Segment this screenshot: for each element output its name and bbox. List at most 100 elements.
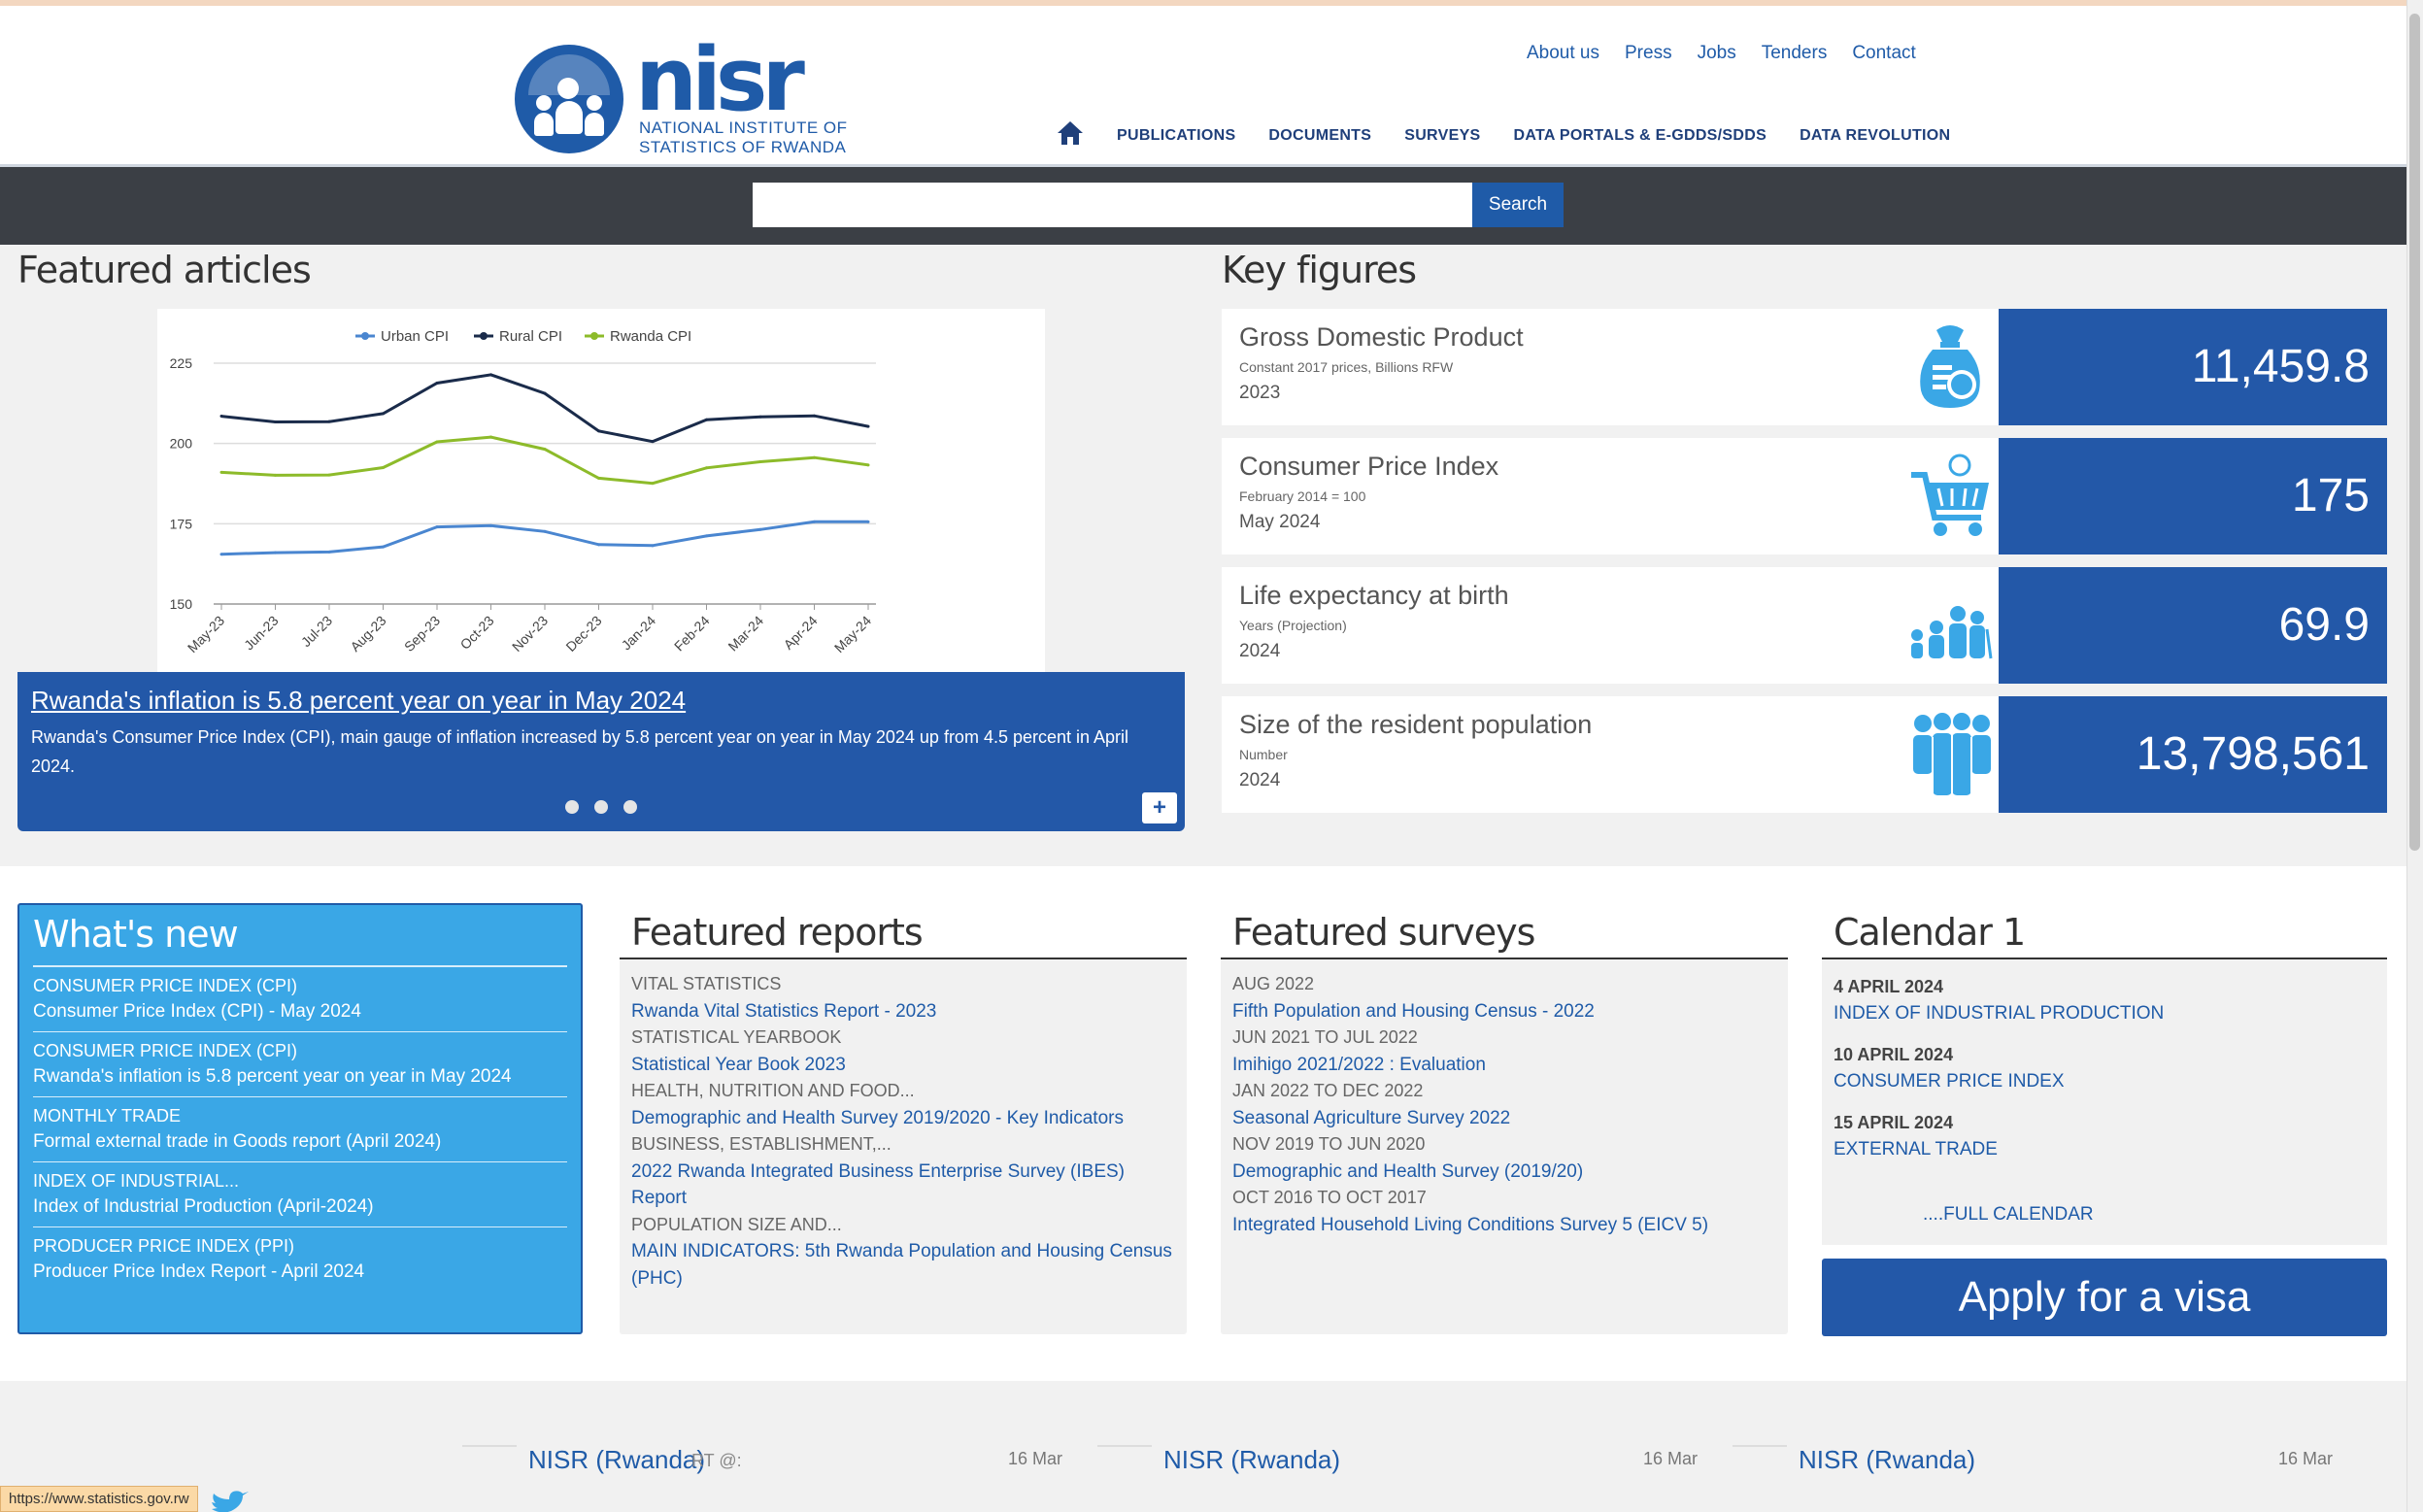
featured-slide-caption: Rwanda's inflation is 5.8 percent year o… <box>17 672 1185 831</box>
gdp-bag-icon <box>1920 325 1980 408</box>
survey-link[interactable]: Fifth Population and Housing Census - 20… <box>1232 1001 1595 1022</box>
survey-link[interactable]: Seasonal Agriculture Survey 2022 <box>1232 1108 1510 1128</box>
data-point <box>597 429 600 433</box>
featured-slide-title[interactable]: Rwanda's inflation is 5.8 percent year o… <box>31 686 686 716</box>
report-link[interactable]: Rwanda Vital Statistics Report - 2023 <box>631 1001 936 1022</box>
top-link-tenders[interactable]: Tenders <box>1762 43 1828 64</box>
search-button[interactable]: Search <box>1472 183 1564 227</box>
x-tick-label: Nov-23 <box>509 613 551 655</box>
key-figure-year: 2024 <box>1239 770 1281 790</box>
key-figure-sub: Number <box>1239 747 1288 762</box>
brand-name: nisr <box>635 29 805 131</box>
whats-new-heading: What's new <box>33 905 567 967</box>
whats-new-category: MONTHLY TRADE <box>33 1106 182 1126</box>
report-link[interactable]: Demographic and Health Survey 2019/2020 … <box>631 1108 1124 1128</box>
search-input[interactable] <box>753 183 1473 227</box>
key-figure-sub: February 2014 = 100 <box>1239 488 1366 504</box>
site-header: nisr NATIONAL INSTITUTE OF STATISTICS OF… <box>0 6 2406 167</box>
data-point <box>327 473 331 477</box>
key-figure-value: 13,798,561 <box>1999 696 2387 813</box>
data-point <box>382 412 385 416</box>
report-link[interactable]: MAIN INDICATORS: 5th Rwanda Population a… <box>631 1241 1172 1289</box>
whats-new-link[interactable]: Consumer Price Index (CPI) - May 2024 <box>33 1001 361 1022</box>
report-category: POPULATION SIZE AND... <box>631 1214 842 1234</box>
nav-documents[interactable]: DOCUMENTS <box>1268 127 1371 145</box>
top-link-jobs[interactable]: Jobs <box>1698 43 1736 64</box>
data-point <box>274 420 277 424</box>
key-figure-life-expectancy[interactable]: Life expectancy at birth Years (Projecti… <box>1222 567 2387 684</box>
top-links: About us Press Jobs Tenders Contact <box>1527 43 1916 64</box>
data-point <box>597 543 600 547</box>
report-link[interactable]: 2022 Rwanda Integrated Business Enterpri… <box>631 1161 1125 1209</box>
nav-publications[interactable]: PUBLICATIONS <box>1117 127 1235 145</box>
data-point <box>813 520 816 523</box>
key-figure-population[interactable]: Size of the resident population Number 2… <box>1222 696 2387 813</box>
report-category: VITAL STATISTICS <box>631 974 782 993</box>
key-figure-cpi[interactable]: Consumer Price Index February 2014 = 100… <box>1222 438 2387 554</box>
data-point <box>327 550 331 554</box>
data-point <box>435 440 439 444</box>
data-point <box>543 391 547 395</box>
tweet-2[interactable]: NISR (Rwanda) 16 Mar <box>1097 1441 1698 1480</box>
data-point <box>813 414 816 418</box>
report-category: BUSINESS, ESTABLISHMENT,... <box>631 1134 892 1154</box>
whats-new-link[interactable]: Producer Price Index Report - April 2024 <box>33 1261 364 1282</box>
tweet-date: 16 Mar <box>1642 1449 1698 1468</box>
scrollbar-thumb[interactable] <box>2409 14 2420 851</box>
x-tick-label: Feb-24 <box>671 613 713 655</box>
nav-data-revolution[interactable]: DATA REVOLUTION <box>1800 127 1950 145</box>
search-bar: Search <box>0 167 2406 245</box>
key-figure-name: Consumer Price Index <box>1239 452 1499 481</box>
survey-link[interactable]: Imihigo 2021/2022 : Evaluation <box>1232 1055 1486 1075</box>
full-calendar-link[interactable]: ....FULL CALENDAR <box>1923 1204 2094 1226</box>
whats-new-link[interactable]: Rwanda's inflation is 5.8 percent year o… <box>33 1066 512 1087</box>
twitter-icon[interactable] <box>208 1490 251 1512</box>
carousel-dot-3[interactable] <box>623 800 637 814</box>
x-tick-label: Aug-23 <box>347 613 388 655</box>
report-link[interactable]: Statistical Year Book 2023 <box>631 1055 846 1075</box>
whats-new-link[interactable]: Index of Industrial Production (April-20… <box>33 1196 374 1217</box>
key-figure-name: Gross Domestic Product <box>1239 322 1524 352</box>
nav-surveys[interactable]: SURVEYS <box>1404 127 1480 145</box>
data-point <box>866 424 870 428</box>
survey-period: JUN 2021 TO JUL 2022 <box>1232 1027 1418 1047</box>
calendar-event-link[interactable]: CONSUMER PRICE INDEX <box>1834 1071 2065 1092</box>
x-tick-label: Jul-23 <box>298 613 335 650</box>
survey-link[interactable]: Integrated Household Living Conditions S… <box>1232 1215 1708 1235</box>
key-figure-year: May 2024 <box>1239 512 1321 532</box>
carousel-dot-2[interactable] <box>594 800 608 814</box>
series-line-rural-cpi <box>220 373 869 444</box>
survey-period: OCT 2016 TO OCT 2017 <box>1232 1188 1427 1207</box>
data-point <box>866 520 870 523</box>
x-tick-label: Sep-23 <box>401 613 443 655</box>
x-tick-label: May-23 <box>185 613 227 655</box>
calendar-event-link[interactable]: EXTERNAL TRADE <box>1834 1139 1998 1159</box>
x-tick-label: Oct-23 <box>457 613 497 653</box>
whats-new-panel: What's new CONSUMER PRICE INDEX (CPI) Co… <box>17 903 583 1334</box>
top-link-contact[interactable]: Contact <box>1852 43 1915 64</box>
top-link-about[interactable]: About us <box>1527 43 1599 64</box>
tweet-3[interactable]: NISR (Rwanda) 16 Mar <box>1733 1441 2333 1480</box>
nav-data-portals[interactable]: DATA PORTALS & E-GDDS/SDDS <box>1514 127 1767 145</box>
data-point <box>219 470 223 474</box>
featured-articles-heading: Featured articles <box>17 249 312 291</box>
legend-label: Rural CPI <box>499 328 562 345</box>
main-nav: PUBLICATIONS DOCUMENTS SURVEYS DATA PORT… <box>1057 120 1950 151</box>
survey-link[interactable]: Demographic and Health Survey (2019/20) <box>1232 1161 1583 1182</box>
home-icon[interactable] <box>1057 120 1084 151</box>
nisr-logo[interactable]: nisr NATIONAL INSTITUTE OF STATISTICS OF… <box>515 29 847 159</box>
calendar-date: 15 APRIL 2024 <box>1834 1113 1954 1132</box>
apply-visa-button[interactable]: Apply for a visa <box>1822 1259 2387 1336</box>
tweet-1[interactable]: NISR (Rwanda) RT @: 16 Mar <box>462 1441 1062 1480</box>
top-link-press[interactable]: Press <box>1625 43 1672 64</box>
data-point <box>489 373 492 377</box>
family-icon <box>1911 606 1993 659</box>
data-point <box>219 415 223 419</box>
calendar-event-link[interactable]: INDEX OF INDUSTRIAL PRODUCTION <box>1834 1003 2164 1024</box>
data-point <box>327 420 331 423</box>
expand-button[interactable]: + <box>1142 792 1177 823</box>
whats-new-link[interactable]: Formal external trade in Goods report (A… <box>33 1131 441 1152</box>
key-figure-gdp[interactable]: Gross Domestic Product Constant 2017 pri… <box>1222 309 2387 425</box>
carousel-dot-1[interactable] <box>565 800 579 814</box>
list-item: MONTHLY TRADE Formal external trade in G… <box>33 1097 567 1162</box>
